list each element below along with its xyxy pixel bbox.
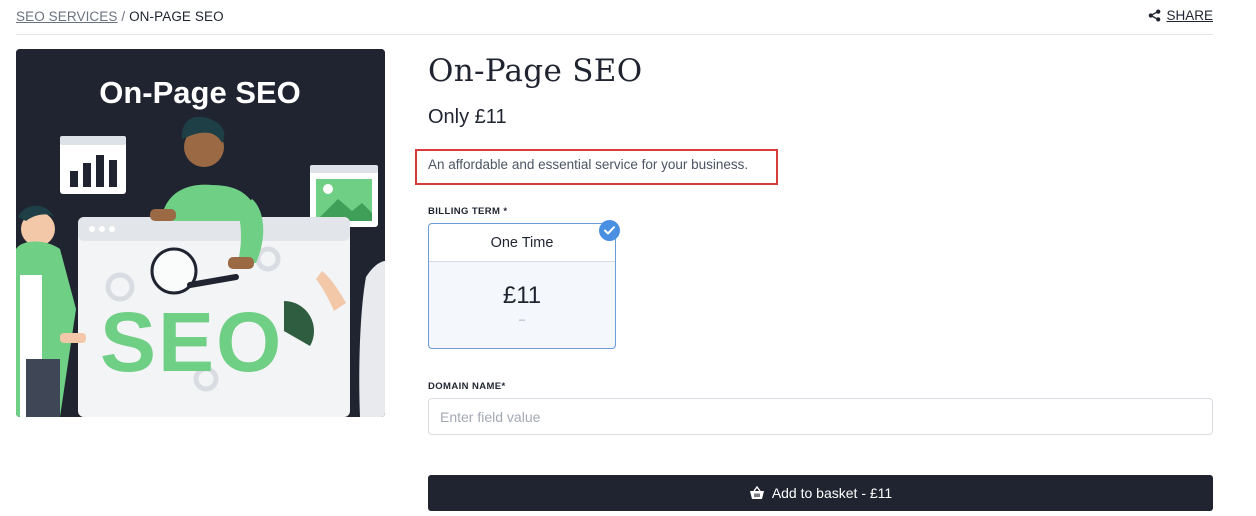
product-description: An affordable and essential service for … — [428, 157, 749, 172]
seo-illustration: On-Page SEO SEO — [16, 49, 385, 417]
chart-card-icon — [60, 136, 126, 194]
domain-name-input[interactable] — [428, 398, 1213, 435]
product-image: On-Page SEO SEO — [16, 49, 385, 417]
top-bar: SEO SERVICES / ON-PAGE SEO SHARE — [16, 0, 1213, 35]
breadcrumb: SEO SERVICES / ON-PAGE SEO — [16, 9, 224, 24]
add-to-basket-label: Add to basket - £11 — [771, 485, 893, 501]
billing-option-price: £11 — [502, 282, 542, 309]
basket-icon — [749, 486, 764, 499]
breadcrumb-separator: / — [117, 9, 130, 24]
billing-option-sub: – — [518, 314, 526, 326]
domain-name-label: DOMAIN NAME* — [428, 381, 506, 392]
add-to-basket-button[interactable]: Add to basket - £11 — [428, 475, 1213, 511]
share-label: SHARE — [1166, 8, 1213, 23]
product-title: On-Page SEO — [428, 53, 643, 89]
hero-seo-text: SEO — [100, 295, 283, 389]
breadcrumb-seo-services[interactable]: SEO SERVICES — [16, 9, 118, 24]
product-price: Only £11 — [428, 106, 507, 128]
billing-term-label: BILLING TERM * — [428, 206, 508, 217]
billing-option-one-time[interactable]: One Time £11 – — [428, 223, 616, 349]
breadcrumb-current: ON-PAGE SEO — [129, 9, 224, 24]
share-icon — [1149, 9, 1161, 22]
billing-option-name: One Time — [429, 224, 615, 262]
share-button[interactable]: SHARE — [1148, 8, 1213, 23]
hero-heading: On-Page SEO — [99, 75, 301, 110]
checkmark-icon — [599, 220, 620, 241]
